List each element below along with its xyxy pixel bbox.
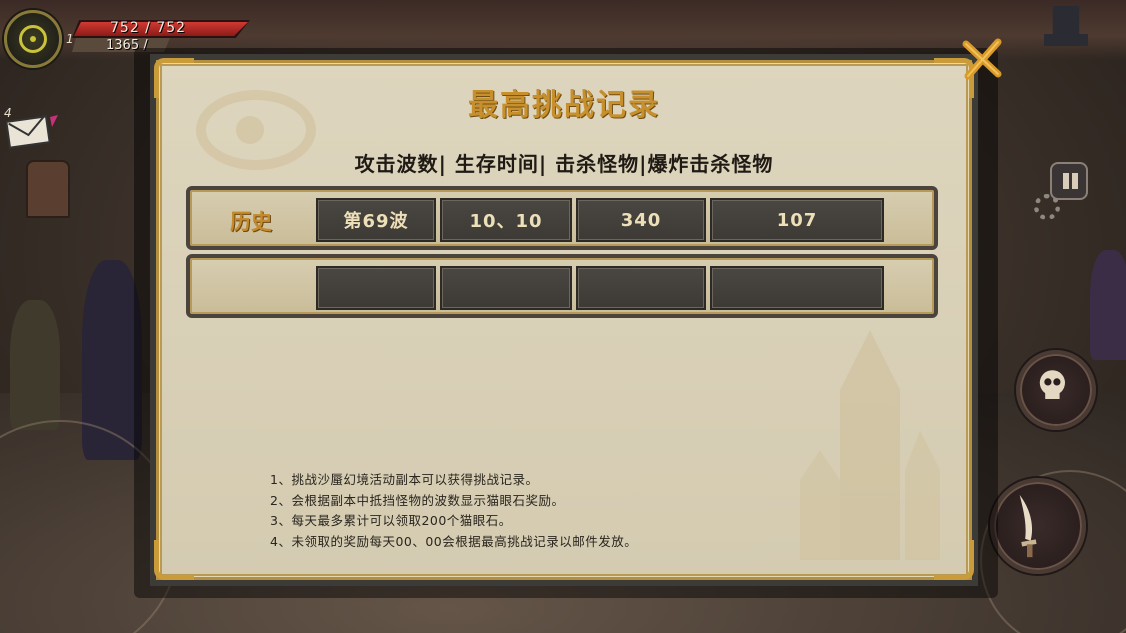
gear-icon[interactable] xyxy=(1034,194,1060,220)
mail-icon[interactable] xyxy=(6,115,58,149)
cell-survival-time: 10、10 xyxy=(440,198,572,242)
cell-waves: 第69波 xyxy=(316,198,436,242)
cell-explosion-kills: 107 xyxy=(710,198,884,242)
column-headers: 攻击波数| 生存时间| 击杀怪物|爆炸击杀怪物 xyxy=(160,148,968,177)
cell-kills xyxy=(576,266,706,310)
column-separator: | xyxy=(538,152,548,176)
cell-waves xyxy=(316,266,436,310)
note-line: 4、未领取的奖励每天00、00会根据最高挑战记录以邮件发放。 xyxy=(270,533,638,549)
note-line: 2、会根据副本中抵挡怪物的波数显示猫眼石奖励。 xyxy=(270,492,565,508)
row-label: 历史 xyxy=(230,210,272,234)
record-row-history: 历史 第69波 10、10 340 107 xyxy=(186,186,938,250)
note-line: 1、挑战沙蜃幻境活动副本可以获得挑战记录。 xyxy=(270,472,539,487)
column-header: 攻击波数 xyxy=(354,152,439,176)
pause-icon[interactable] xyxy=(1050,162,1088,200)
enemy-figure xyxy=(10,300,60,430)
corner-ornament xyxy=(934,540,974,580)
speaker-prop xyxy=(26,160,70,218)
cell-explosion-kills xyxy=(710,266,884,310)
dagger-attack-icon[interactable] xyxy=(990,478,1086,574)
column-header: 生存时间 xyxy=(454,152,539,176)
corner-ornament xyxy=(154,540,194,580)
enemy-figure xyxy=(1090,250,1126,360)
record-row-empty xyxy=(186,254,938,318)
hp-text: 752 / 752 xyxy=(110,20,187,36)
rules-notes: 1、挑战沙蜃幻境活动副本可以获得挑战记录。 2、会根据副本中抵挡怪物的波数显示猫… xyxy=(270,470,830,552)
skull-skill-icon[interactable] xyxy=(1016,350,1096,430)
cell-kills: 340 xyxy=(576,198,706,242)
dialog-title: 最高挑战记录 xyxy=(468,88,660,123)
column-header: 击杀怪物 xyxy=(555,152,640,176)
column-header: 爆炸击杀怪物 xyxy=(647,152,774,176)
player-avatar-icon[interactable] xyxy=(4,10,62,68)
close-icon[interactable] xyxy=(960,36,1004,80)
player-level: 1 xyxy=(66,32,74,46)
note-line: 3、每天最多累计可以领取200个猫眼石。 xyxy=(270,513,512,528)
cell-survival-time xyxy=(440,266,572,310)
column-separator: | xyxy=(438,152,447,176)
